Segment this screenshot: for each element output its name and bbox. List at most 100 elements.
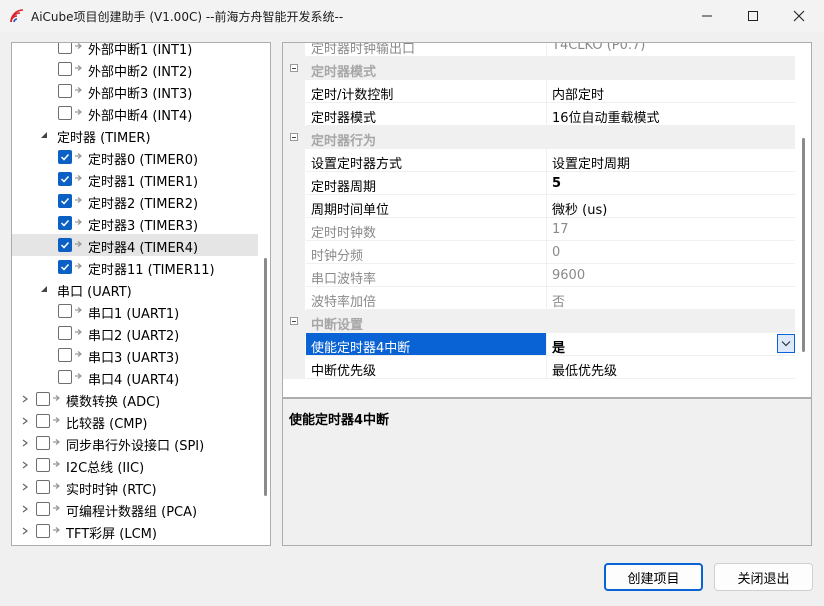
property-value[interactable]: 5 <box>547 172 795 195</box>
close-button[interactable] <box>776 0 822 32</box>
property-row[interactable]: 使能定时器4中断 是 <box>283 333 795 356</box>
tree-item-checkbox[interactable] <box>58 84 72 98</box>
property-name[interactable]: 定时器时钟输出口 <box>306 43 547 57</box>
tree-item-checkbox[interactable] <box>36 414 50 428</box>
tree-item-checkbox[interactable] <box>58 304 72 318</box>
tree-item-checkbox[interactable] <box>58 194 72 208</box>
tree-item[interactable]: 定时器11 (TIMER11) <box>12 256 258 278</box>
tree-item-checkbox[interactable] <box>36 436 50 450</box>
property-category[interactable]: 定时器行为 <box>283 126 795 149</box>
tree-item-checkbox[interactable] <box>36 392 50 406</box>
tree-item-checkbox[interactable] <box>36 524 50 538</box>
chevron-right-icon[interactable] <box>21 439 29 447</box>
chevron-right-icon[interactable] <box>21 505 29 513</box>
property-row[interactable]: 串口波特率 9600 <box>283 264 795 287</box>
property-category[interactable]: 定时器模式 <box>283 57 795 80</box>
tree-item[interactable]: 可编程计数器组 (PCA) <box>12 498 258 520</box>
property-row[interactable]: 定时/计数控制 内部定时 <box>283 80 795 103</box>
tree-item[interactable]: 外部中断1 (INT1) <box>12 43 258 58</box>
tree-item[interactable]: 串口4 (UART4) <box>12 366 258 388</box>
tree-item[interactable]: 定时器4 (TIMER4) <box>12 234 258 256</box>
property-name[interactable]: 中断优先级 <box>306 356 547 379</box>
property-grid-scrollbar[interactable] <box>802 138 805 352</box>
property-row[interactable]: 定时时钟数 17 <box>283 218 795 241</box>
property-category[interactable]: 中断设置 <box>283 310 795 333</box>
property-value[interactable]: 17 <box>547 218 795 241</box>
property-name[interactable]: 串口波特率 <box>306 264 547 287</box>
tree-item-checkbox[interactable] <box>36 480 50 494</box>
maximize-button[interactable] <box>730 0 776 32</box>
dropdown-button[interactable] <box>777 334 795 353</box>
property-value[interactable]: 设置定时周期 <box>547 149 795 172</box>
tree-item[interactable]: 串口1 (UART1) <box>12 300 258 322</box>
property-name[interactable]: 定时器周期 <box>306 172 547 195</box>
tree-item-checkbox[interactable] <box>58 260 72 274</box>
property-row[interactable]: 中断优先级 最低优先级 <box>283 356 795 379</box>
chevron-right-icon[interactable] <box>21 461 29 469</box>
tree-item[interactable]: 实时时钟 (RTC) <box>12 476 258 498</box>
property-value[interactable]: T4CLKO (P0.7) <box>547 43 795 57</box>
property-row[interactable]: 定时器时钟输出口 T4CLKO (P0.7) <box>283 43 795 57</box>
property-row[interactable]: 定时器周期 5 <box>283 172 795 195</box>
chevron-right-icon[interactable] <box>21 395 29 403</box>
tree-item-checkbox[interactable] <box>58 348 72 362</box>
property-row[interactable]: 定时器模式 16位自动重载模式 <box>283 103 795 126</box>
property-name[interactable]: 定时时钟数 <box>306 218 547 241</box>
tree-item-checkbox[interactable] <box>58 106 72 120</box>
collapse-icon[interactable] <box>290 64 298 72</box>
expanded-arrow-icon[interactable] <box>40 131 48 139</box>
property-value[interactable]: 16位自动重载模式 <box>547 103 795 126</box>
property-value[interactable]: 最低优先级 <box>547 356 795 379</box>
tree-item[interactable]: 定时器1 (TIMER1) <box>12 168 258 190</box>
tree-scrollbar[interactable] <box>264 258 267 496</box>
property-value[interactable]: 微秒 (us) <box>547 195 795 218</box>
property-value[interactable]: 否 <box>547 287 795 310</box>
property-name[interactable]: 定时器模式 <box>306 103 547 126</box>
property-name[interactable]: 设置定时器方式 <box>306 149 547 172</box>
tree-item-checkbox[interactable] <box>58 62 72 76</box>
collapse-icon[interactable] <box>290 133 298 141</box>
minimize-button[interactable] <box>684 0 730 32</box>
tree-item[interactable]: 串口2 (UART2) <box>12 322 258 344</box>
create-project-button[interactable]: 创建项目 <box>604 563 703 591</box>
tree-item[interactable]: 定时器2 (TIMER2) <box>12 190 258 212</box>
collapse-icon[interactable] <box>290 317 298 325</box>
property-name[interactable]: 波特率加倍 <box>306 287 547 310</box>
tree-item-checkbox[interactable] <box>58 150 72 164</box>
property-value[interactable]: 9600 <box>547 264 795 287</box>
property-name[interactable]: 定时/计数控制 <box>306 80 547 103</box>
property-row[interactable]: 波特率加倍 否 <box>283 287 795 310</box>
tree-item[interactable]: 外部中断3 (INT3) <box>12 80 258 102</box>
tree-item-checkbox[interactable] <box>58 370 72 384</box>
tree-item-checkbox[interactable] <box>58 172 72 186</box>
expanded-arrow-icon[interactable] <box>40 285 48 293</box>
tree-item[interactable]: 比较器 (CMP) <box>12 410 258 432</box>
tree-item[interactable]: 外部中断2 (INT2) <box>12 58 258 80</box>
property-name[interactable]: 使能定时器4中断 <box>306 333 547 356</box>
tree-item[interactable]: 外部中断4 (INT4) <box>12 102 258 124</box>
property-value[interactable]: 是 <box>547 333 795 356</box>
tree-item[interactable]: I2C总线 (IIC) <box>12 454 258 476</box>
tree-item[interactable]: 串口 (UART) <box>12 278 258 300</box>
tree-item-checkbox[interactable] <box>58 216 72 230</box>
property-name[interactable]: 时钟分频 <box>306 241 547 264</box>
property-value[interactable]: 0 <box>547 241 795 264</box>
tree-item[interactable]: TFT彩屏 (LCM) <box>12 520 258 542</box>
tree-item[interactable]: 同步串行外设接口 (SPI) <box>12 432 258 454</box>
tree-item[interactable]: 模数转换 (ADC) <box>12 388 258 410</box>
property-name[interactable]: 周期时间单位 <box>306 195 547 218</box>
chevron-right-icon[interactable] <box>21 527 29 535</box>
tree-item-checkbox[interactable] <box>36 458 50 472</box>
chevron-right-icon[interactable] <box>21 417 29 425</box>
tree-item-checkbox[interactable] <box>36 502 50 516</box>
chevron-right-icon[interactable] <box>21 483 29 491</box>
tree-item[interactable]: 定时器 (TIMER) <box>12 124 258 146</box>
tree-item[interactable]: 定时器0 (TIMER0) <box>12 146 258 168</box>
tree-item-checkbox[interactable] <box>58 238 72 252</box>
peripheral-tree[interactable]: 外部中断1 (INT1) 外部中断2 (INT2) 外部中断3 (INT3) 外部中断… <box>11 42 271 546</box>
tree-item-checkbox[interactable] <box>58 43 72 54</box>
tree-item-checkbox[interactable] <box>58 326 72 340</box>
property-row[interactable]: 设置定时器方式 设置定时周期 <box>283 149 795 172</box>
tree-item[interactable]: 串口3 (UART3) <box>12 344 258 366</box>
property-row[interactable]: 周期时间单位 微秒 (us) <box>283 195 795 218</box>
